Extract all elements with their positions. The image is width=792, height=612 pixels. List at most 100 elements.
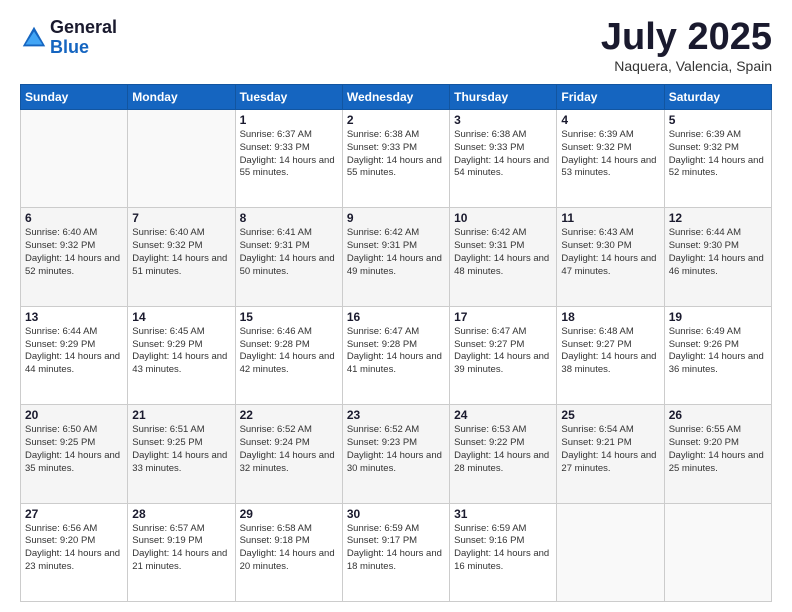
table-row: 31 Sunrise: 6:59 AM Sunset: 9:16 PM Dayli… <box>450 503 557 601</box>
col-friday: Friday <box>557 85 664 110</box>
col-tuesday: Tuesday <box>235 85 342 110</box>
table-row: 29Sunrise: 6:58 AM Sunset: 9:18 PM Dayli… <box>235 503 342 601</box>
day-info: Sunrise: 6:38 AM Sunset: 9:33 PM Dayligh… <box>347 129 445 180</box>
day-info: Sunrise: 6:44 AM Sunset: 9:29 PM Dayligh… <box>25 326 123 377</box>
day-number: 6 <box>25 211 123 225</box>
day-info: Sunrise: 6:52 AM Sunset: 9:23 PM Dayligh… <box>347 424 445 475</box>
table-row: 14Sunrise: 6:45 AM Sunset: 9:29 PM Dayli… <box>128 306 235 404</box>
location: Naquera, Valencia, Spain <box>601 58 772 74</box>
day-info: Sunrise: 6:50 AM Sunset: 9:25 PM Dayligh… <box>25 424 123 475</box>
day-info: Sunrise: 6:59 AM Sunset: 9:16 PM Dayligh… <box>454 523 552 574</box>
table-row: 28 Sunrise: 6:57 AM Sunset: 9:19 PM Dayli… <box>128 503 235 601</box>
table-row: 27 Sunrise: 6:56 AM Sunset: 9:20 PM Dayli… <box>21 503 128 601</box>
table-row: 9 Sunrise: 6:42 AM Sunset: 9:31 PM Daylig… <box>342 208 449 306</box>
day-number: 21 <box>132 408 230 422</box>
table-row: 4 Sunrise: 6:39 AM Sunset: 9:32 PM Daylig… <box>557 110 664 208</box>
day-info: Sunrise: 6:46 AM Sunset: 9:28 PM Dayligh… <box>240 326 338 377</box>
calendar-header-row: Sunday Monday Tuesday Wednesday Thursday… <box>21 85 772 110</box>
logo-icon <box>20 24 48 52</box>
day-number: 9 <box>347 211 445 225</box>
day-number: 29 <box>240 507 338 521</box>
table-row: 11Sunrise: 6:43 AM Sunset: 9:30 PM Dayli… <box>557 208 664 306</box>
table-row: 20 Sunrise: 6:50 AM Sunset: 9:25 PM Dayli… <box>21 405 128 503</box>
day-info: Sunrise: 6:57 AM Sunset: 9:19 PM Dayligh… <box>132 523 230 574</box>
col-thursday: Thursday <box>450 85 557 110</box>
day-info: Sunrise: 6:54 AM Sunset: 9:21 PM Dayligh… <box>561 424 659 475</box>
day-number: 12 <box>669 211 767 225</box>
table-row: 6 Sunrise: 6:40 AM Sunset: 9:32 PM Daylig… <box>21 208 128 306</box>
day-info: Sunrise: 6:39 AM Sunset: 9:32 PM Dayligh… <box>669 129 767 180</box>
day-info: Sunrise: 6:42 AM Sunset: 9:31 PM Dayligh… <box>454 227 552 278</box>
col-saturday: Saturday <box>664 85 771 110</box>
day-info: Sunrise: 6:45 AM Sunset: 9:29 PM Dayligh… <box>132 326 230 377</box>
day-info: Sunrise: 6:42 AM Sunset: 9:31 PM Dayligh… <box>347 227 445 278</box>
day-number: 22 <box>240 408 338 422</box>
day-number: 2 <box>347 113 445 127</box>
day-info: Sunrise: 6:48 AM Sunset: 9:27 PM Dayligh… <box>561 326 659 377</box>
day-info: Sunrise: 6:59 AM Sunset: 9:17 PM Dayligh… <box>347 523 445 574</box>
table-row: 16 Sunrise: 6:47 AM Sunset: 9:28 PM Dayli… <box>342 306 449 404</box>
col-wednesday: Wednesday <box>342 85 449 110</box>
day-number: 16 <box>347 310 445 324</box>
day-number: 5 <box>669 113 767 127</box>
table-row: 21 Sunrise: 6:51 AM Sunset: 9:25 PM Dayli… <box>128 405 235 503</box>
col-monday: Monday <box>128 85 235 110</box>
table-row: 23Sunrise: 6:52 AM Sunset: 9:23 PM Dayli… <box>342 405 449 503</box>
month-title: July 2025 <box>601 18 772 56</box>
day-info: Sunrise: 6:40 AM Sunset: 9:32 PM Dayligh… <box>132 227 230 278</box>
day-number: 13 <box>25 310 123 324</box>
day-info: Sunrise: 6:38 AM Sunset: 9:33 PM Dayligh… <box>454 129 552 180</box>
table-row: 25 Sunrise: 6:54 AM Sunset: 9:21 PM Dayli… <box>557 405 664 503</box>
day-number: 20 <box>25 408 123 422</box>
day-number: 27 <box>25 507 123 521</box>
day-number: 19 <box>669 310 767 324</box>
day-info: Sunrise: 6:56 AM Sunset: 9:20 PM Dayligh… <box>25 523 123 574</box>
table-row: 17 Sunrise: 6:47 AM Sunset: 9:27 PM Dayli… <box>450 306 557 404</box>
table-row: 2 Sunrise: 6:38 AM Sunset: 9:33 PM Daylig… <box>342 110 449 208</box>
title-section: July 2025 Naquera, Valencia, Spain <box>601 18 772 74</box>
table-row: 12 Sunrise: 6:44 AM Sunset: 9:30 PM Dayli… <box>664 208 771 306</box>
day-info: Sunrise: 6:43 AM Sunset: 9:30 PM Dayligh… <box>561 227 659 278</box>
day-number: 31 <box>454 507 552 521</box>
day-number: 28 <box>132 507 230 521</box>
day-number: 17 <box>454 310 552 324</box>
day-info: Sunrise: 6:52 AM Sunset: 9:24 PM Dayligh… <box>240 424 338 475</box>
table-row: 26Sunrise: 6:55 AM Sunset: 9:20 PM Dayli… <box>664 405 771 503</box>
day-number: 18 <box>561 310 659 324</box>
day-number: 30 <box>347 507 445 521</box>
day-info: Sunrise: 6:39 AM Sunset: 9:32 PM Dayligh… <box>561 129 659 180</box>
day-number: 3 <box>454 113 552 127</box>
table-row: 10 Sunrise: 6:42 AM Sunset: 9:31 PM Dayli… <box>450 208 557 306</box>
table-row: 24Sunrise: 6:53 AM Sunset: 9:22 PM Dayli… <box>450 405 557 503</box>
day-info: Sunrise: 6:47 AM Sunset: 9:28 PM Dayligh… <box>347 326 445 377</box>
table-row: 7Sunrise: 6:40 AM Sunset: 9:32 PM Daylig… <box>128 208 235 306</box>
day-number: 25 <box>561 408 659 422</box>
day-info: Sunrise: 6:40 AM Sunset: 9:32 PM Dayligh… <box>25 227 123 278</box>
day-number: 15 <box>240 310 338 324</box>
day-number: 24 <box>454 408 552 422</box>
day-number: 8 <box>240 211 338 225</box>
table-row: 18 Sunrise: 6:48 AM Sunset: 9:27 PM Dayli… <box>557 306 664 404</box>
table-row: 8 Sunrise: 6:41 AM Sunset: 9:31 PM Daylig… <box>235 208 342 306</box>
table-row: 19Sunrise: 6:49 AM Sunset: 9:26 PM Dayli… <box>664 306 771 404</box>
col-sunday: Sunday <box>21 85 128 110</box>
table-row: 30 Sunrise: 6:59 AM Sunset: 9:17 PM Dayli… <box>342 503 449 601</box>
day-info: Sunrise: 6:51 AM Sunset: 9:25 PM Dayligh… <box>132 424 230 475</box>
table-row: 22 Sunrise: 6:52 AM Sunset: 9:24 PM Dayli… <box>235 405 342 503</box>
day-number: 4 <box>561 113 659 127</box>
day-number: 1 <box>240 113 338 127</box>
table-row: 13 Sunrise: 6:44 AM Sunset: 9:29 PM Dayli… <box>21 306 128 404</box>
logo-blue: Blue <box>50 38 117 58</box>
table-row <box>21 110 128 208</box>
day-info: Sunrise: 6:37 AM Sunset: 9:33 PM Dayligh… <box>240 129 338 180</box>
day-info: Sunrise: 6:55 AM Sunset: 9:20 PM Dayligh… <box>669 424 767 475</box>
day-info: Sunrise: 6:44 AM Sunset: 9:30 PM Dayligh… <box>669 227 767 278</box>
table-row <box>557 503 664 601</box>
day-info: Sunrise: 6:47 AM Sunset: 9:27 PM Dayligh… <box>454 326 552 377</box>
table-row <box>664 503 771 601</box>
logo-general: General <box>50 18 117 38</box>
day-info: Sunrise: 6:41 AM Sunset: 9:31 PM Dayligh… <box>240 227 338 278</box>
calendar: Sunday Monday Tuesday Wednesday Thursday… <box>20 84 772 602</box>
table-row: 1 Sunrise: 6:37 AM Sunset: 9:33 PM Daylig… <box>235 110 342 208</box>
day-number: 10 <box>454 211 552 225</box>
